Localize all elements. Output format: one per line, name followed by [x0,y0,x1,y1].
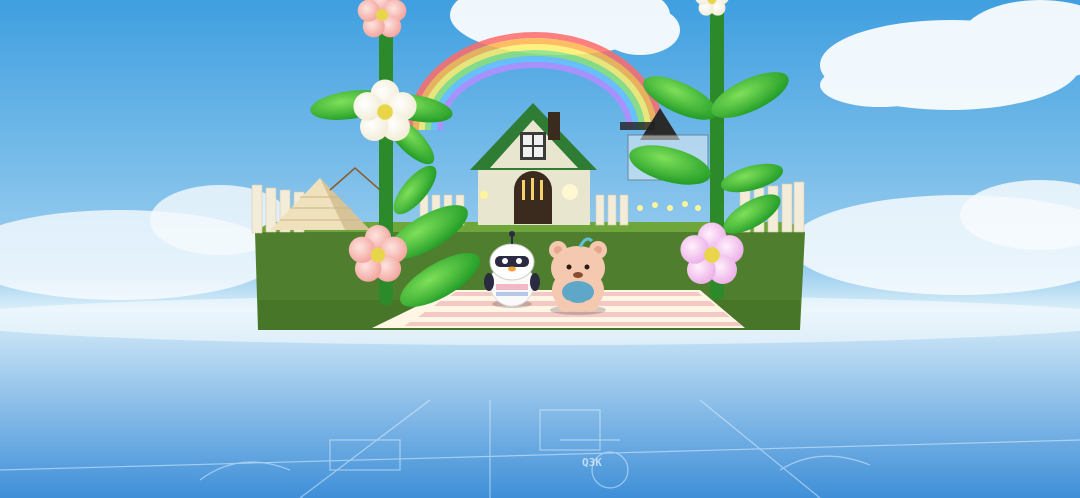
teddy-bear-icon [549,237,607,315]
floor-label: Q3K [582,456,602,469]
pink-flower-top-left-icon [357,0,407,38]
game-scene: Q3K [0,0,1080,498]
